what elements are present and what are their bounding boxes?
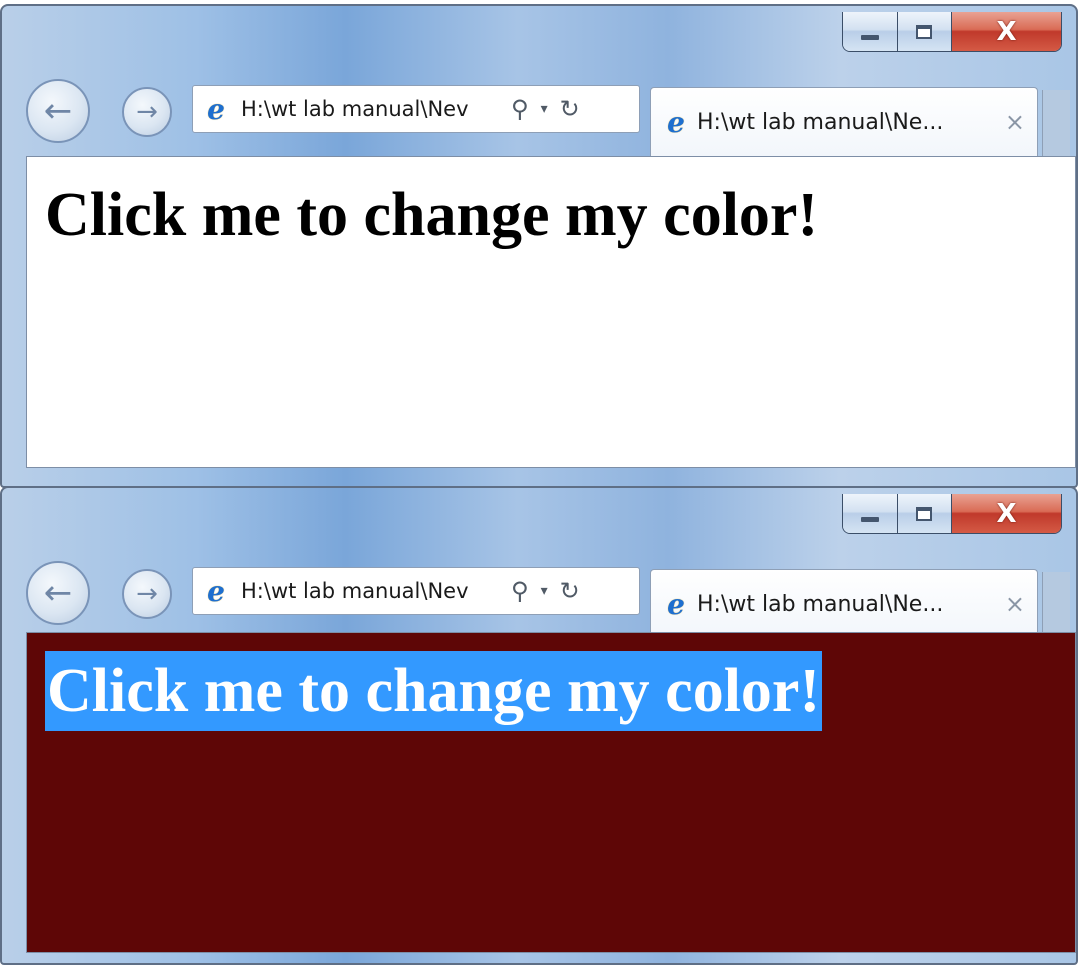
address-bar[interactable]: e H:\wt lab manual\Nev ⚲ ▾ ↻	[192, 85, 640, 133]
address-text[interactable]: H:\wt lab manual\Nev	[241, 97, 503, 121]
browser-tab[interactable]: e H:\wt lab manual\Ne... ×	[650, 87, 1038, 156]
forward-button[interactable]: →	[122, 569, 172, 619]
address-bar[interactable]: e H:\wt lab manual\Nev ⚲ ▾ ↻	[192, 567, 640, 615]
address-text[interactable]: H:\wt lab manual\Nev	[241, 579, 503, 603]
maximize-icon	[916, 24, 933, 39]
caption-buttons: X	[842, 12, 1062, 52]
refresh-icon[interactable]: ↻	[560, 577, 580, 605]
new-tab-area[interactable]	[1042, 90, 1070, 156]
close-window-button[interactable]: X	[952, 12, 1061, 51]
maximize-button[interactable]	[897, 494, 952, 533]
page-content: Click me to change my color!	[26, 632, 1076, 953]
ie-tab-icon: e	[667, 587, 685, 621]
refresh-icon[interactable]: ↻	[560, 95, 580, 123]
browser-window-before: X ← → e H:\wt lab manual\Nev ⚲ ▾ ↻ e H:\…	[0, 4, 1078, 488]
ie-tab-icon: e	[667, 105, 685, 139]
minimize-icon	[860, 517, 879, 522]
tab-close-icon[interactable]: ×	[1005, 108, 1025, 136]
dropdown-icon[interactable]: ▾	[541, 101, 548, 117]
search-icon[interactable]: ⚲	[511, 95, 529, 123]
navigation-bar: ← → e H:\wt lab manual\Nev ⚲ ▾ ↻ e H:\wt…	[2, 68, 1076, 156]
minimize-icon	[860, 35, 879, 40]
forward-arrow-icon: →	[136, 579, 158, 609]
new-tab-area[interactable]	[1042, 572, 1070, 638]
tab-title: H:\wt lab manual\Ne...	[697, 109, 944, 135]
title-bar: X	[2, 6, 1076, 68]
forward-button[interactable]: →	[122, 87, 172, 137]
title-bar: X	[2, 488, 1076, 550]
back-arrow-icon: ←	[43, 91, 73, 131]
tab-title: H:\wt lab manual\Ne...	[697, 591, 944, 617]
browser-window-after: X ← → e H:\wt lab manual\Nev ⚲ ▾ ↻ e H:\…	[0, 486, 1078, 965]
ie-page-icon: e	[207, 574, 225, 608]
close-icon: X	[996, 16, 1017, 47]
maximize-icon	[916, 506, 933, 521]
back-button[interactable]: ←	[26, 79, 90, 143]
minimize-button[interactable]	[843, 494, 898, 533]
tab-close-icon[interactable]: ×	[1005, 590, 1025, 618]
back-button[interactable]: ←	[26, 561, 90, 625]
click-me-heading[interactable]: Click me to change my color!	[45, 651, 823, 731]
address-tools: ⚲ ▾ ↻	[511, 95, 580, 123]
navigation-bar: ← → e H:\wt lab manual\Nev ⚲ ▾ ↻ e H:\wt…	[2, 550, 1076, 638]
page-content: Click me to change my color!	[26, 156, 1076, 468]
close-icon: X	[996, 498, 1017, 529]
back-arrow-icon: ←	[43, 573, 73, 613]
caption-buttons: X	[842, 494, 1062, 534]
forward-arrow-icon: →	[136, 97, 158, 127]
minimize-button[interactable]	[843, 12, 898, 51]
browser-tab[interactable]: e H:\wt lab manual\Ne... ×	[650, 569, 1038, 638]
search-icon[interactable]: ⚲	[511, 577, 529, 605]
dropdown-icon[interactable]: ▾	[541, 583, 548, 599]
close-window-button[interactable]: X	[952, 494, 1061, 533]
maximize-button[interactable]	[897, 12, 952, 51]
click-me-heading[interactable]: Click me to change my color!	[45, 175, 818, 255]
ie-page-icon: e	[207, 92, 225, 126]
address-tools: ⚲ ▾ ↻	[511, 577, 580, 605]
